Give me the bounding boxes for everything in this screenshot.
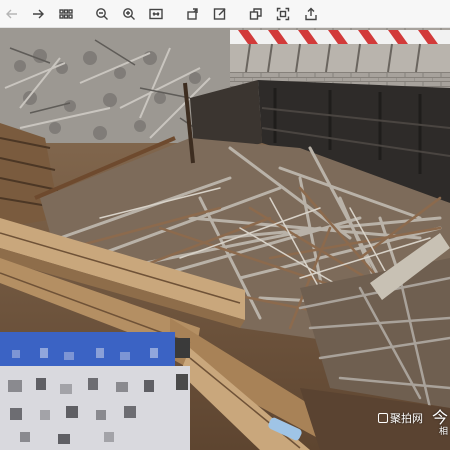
- zoom-out-button[interactable]: [92, 4, 112, 24]
- zoom-in-icon: [123, 8, 135, 20]
- rotate-button[interactable]: [183, 4, 203, 24]
- share-button[interactable]: [301, 4, 321, 24]
- crop-button[interactable]: [273, 4, 293, 24]
- crop-icon: [276, 7, 290, 21]
- zoom-out-icon: [96, 8, 108, 20]
- rotate-icon: [187, 8, 198, 20]
- copy-icon: [249, 8, 262, 20]
- arrow-right-icon: [33, 9, 44, 19]
- redacted-text-overlay: [0, 310, 196, 450]
- watermark-logo: 聚拍网: [378, 410, 423, 426]
- redacted-blue-band: [0, 332, 175, 366]
- fit-view-button[interactable]: [146, 4, 166, 24]
- edit-icon: [213, 8, 226, 20]
- edit-button[interactable]: [210, 4, 230, 24]
- share-icon: [305, 7, 317, 21]
- copy-button[interactable]: [246, 4, 266, 24]
- back-button[interactable]: [2, 4, 22, 24]
- forward-button[interactable]: [28, 4, 48, 24]
- image-viewer-toolbar: [0, 0, 450, 28]
- zoom-in-button[interactable]: [119, 4, 139, 24]
- watermark: 聚拍网 今 相: [378, 404, 450, 450]
- arrow-left-icon: [6, 9, 17, 19]
- photo-viewport[interactable]: 聚拍网 今 相: [0, 28, 450, 450]
- logo-mark-icon: [378, 413, 388, 423]
- barrier-stripes: [225, 30, 450, 73]
- grid-view-button[interactable]: [56, 4, 76, 24]
- watermark-sub-text: 相: [438, 427, 448, 437]
- fit-icon: [149, 8, 163, 20]
- grid-icon: [59, 9, 73, 19]
